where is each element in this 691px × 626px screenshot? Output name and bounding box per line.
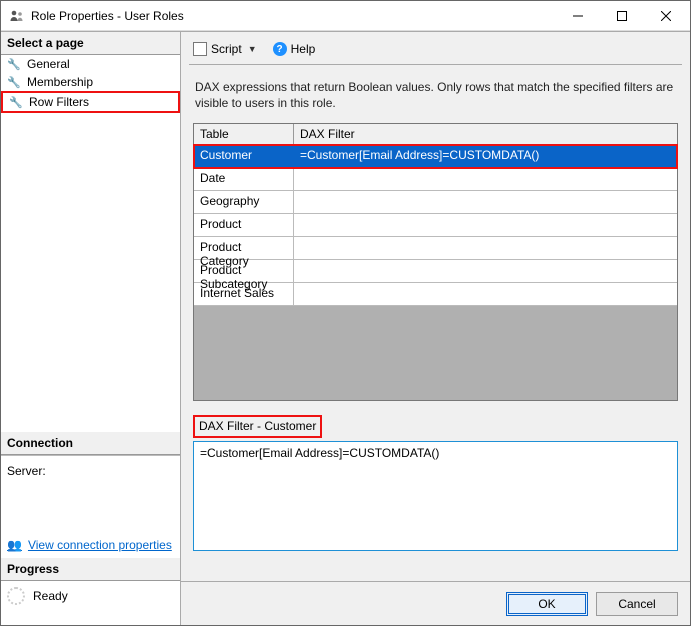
select-page-header: Select a page bbox=[1, 32, 180, 55]
cell-table[interactable]: Product Subcategory bbox=[194, 260, 294, 282]
dax-filter-value: =Customer[Email Address]=CUSTOMDATA() bbox=[200, 446, 439, 460]
sidebar-item-membership[interactable]: 🔧 Membership bbox=[1, 73, 180, 91]
connection-header: Connection bbox=[1, 432, 180, 455]
table-row[interactable]: Product Category bbox=[194, 237, 677, 260]
table-row[interactable]: Product bbox=[194, 214, 677, 237]
server-value bbox=[7, 478, 174, 492]
link-label: View connection properties bbox=[28, 538, 172, 552]
server-label: Server: bbox=[7, 464, 174, 478]
table-row[interactable]: Geography bbox=[194, 191, 677, 214]
col-dax-header[interactable]: DAX Filter bbox=[294, 124, 677, 144]
cell-dax[interactable] bbox=[294, 237, 677, 259]
sidebar-item-label: Row Filters bbox=[29, 95, 89, 109]
cell-dax[interactable]: =Customer[Email Address]=CUSTOMDATA() bbox=[294, 145, 677, 167]
cell-dax[interactable] bbox=[294, 168, 677, 190]
dax-filter-label: DAX Filter - Customer bbox=[193, 415, 322, 438]
progress-header: Progress bbox=[1, 558, 180, 581]
script-button[interactable]: Script ▼ bbox=[189, 40, 263, 58]
cell-table[interactable]: Internet Sales bbox=[194, 283, 294, 305]
chevron-down-icon: ▼ bbox=[246, 44, 259, 54]
cell-table[interactable]: Date bbox=[194, 168, 294, 190]
cancel-button[interactable]: Cancel bbox=[596, 592, 678, 616]
wrench-icon: 🔧 bbox=[9, 96, 23, 109]
table-row[interactable]: Customer =Customer[Email Address]=CUSTOM… bbox=[194, 145, 677, 168]
ok-button[interactable]: OK bbox=[506, 592, 588, 616]
wrench-icon: 🔧 bbox=[7, 76, 21, 89]
cell-dax[interactable] bbox=[294, 191, 677, 213]
progress-status: Ready bbox=[33, 589, 68, 603]
grid-header: Table DAX Filter bbox=[194, 124, 677, 145]
dax-filter-editor[interactable]: =Customer[Email Address]=CUSTOMDATA() bbox=[193, 441, 678, 551]
table-row[interactable]: Product Subcategory bbox=[194, 260, 677, 283]
sidebar: Select a page 🔧 General 🔧 Membership 🔧 R… bbox=[1, 32, 181, 625]
grid-empty-area bbox=[194, 306, 677, 400]
help-button[interactable]: ? Help bbox=[269, 40, 320, 58]
cell-dax[interactable] bbox=[294, 214, 677, 236]
connection-icon: 👥 bbox=[7, 538, 22, 552]
titlebar: Role Properties - User Roles bbox=[1, 1, 690, 31]
toolbar: Script ▼ ? Help bbox=[189, 36, 682, 65]
table-row[interactable]: Date bbox=[194, 168, 677, 191]
minimize-button[interactable] bbox=[556, 2, 600, 30]
sidebar-item-label: Membership bbox=[27, 75, 93, 89]
cell-dax[interactable] bbox=[294, 260, 677, 282]
button-bar: OK Cancel bbox=[181, 581, 690, 625]
cell-table[interactable]: Product bbox=[194, 214, 294, 236]
sidebar-item-row-filters[interactable]: 🔧 Row Filters bbox=[1, 91, 180, 113]
sidebar-item-general[interactable]: 🔧 General bbox=[1, 55, 180, 73]
view-connection-properties-link[interactable]: 👥 View connection properties bbox=[1, 532, 180, 558]
close-button[interactable] bbox=[644, 2, 688, 30]
cell-table[interactable]: Customer bbox=[194, 145, 294, 167]
window-title: Role Properties - User Roles bbox=[31, 9, 556, 23]
maximize-button[interactable] bbox=[600, 2, 644, 30]
cell-dax[interactable] bbox=[294, 283, 677, 305]
cancel-label: Cancel bbox=[618, 597, 655, 611]
row-filters-grid[interactable]: Table DAX Filter Customer =Customer[Emai… bbox=[193, 123, 678, 401]
sidebar-item-label: General bbox=[27, 57, 70, 71]
cell-table[interactable]: Geography bbox=[194, 191, 294, 213]
script-icon bbox=[193, 42, 207, 56]
script-label: Script bbox=[211, 42, 242, 56]
description-text: DAX expressions that return Boolean valu… bbox=[189, 65, 682, 123]
progress-spinner-icon bbox=[7, 587, 25, 605]
wrench-icon: 🔧 bbox=[7, 58, 21, 71]
help-icon: ? bbox=[273, 42, 287, 56]
cell-table[interactable]: Product Category bbox=[194, 237, 294, 259]
help-label: Help bbox=[291, 42, 316, 56]
roles-icon bbox=[9, 8, 25, 24]
ok-label: OK bbox=[538, 597, 555, 611]
col-table-header[interactable]: Table bbox=[194, 124, 294, 144]
table-row[interactable]: Internet Sales bbox=[194, 283, 677, 306]
